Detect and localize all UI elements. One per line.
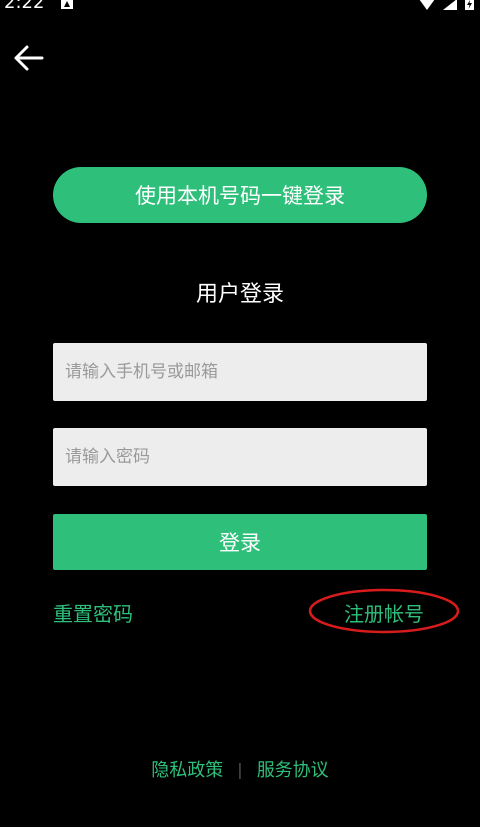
one-key-login-button[interactable]: 使用本机号码一键登录 xyxy=(53,167,427,223)
wifi-icon xyxy=(419,0,435,15)
login-screen: 2:22 使用本机号码一键登录 用户登录 请输入手机号或邮箱 登录 重置密码 注… xyxy=(0,0,480,827)
signal-icon xyxy=(443,0,457,15)
phone-email-input[interactable] xyxy=(53,343,427,401)
status-icons xyxy=(419,0,474,10)
login-button[interactable]: 登录 xyxy=(53,514,427,570)
back-button[interactable] xyxy=(8,40,48,80)
status-bar: 2:22 xyxy=(0,0,480,14)
reset-password-link[interactable]: 重置密码 xyxy=(53,598,133,627)
battery-icon xyxy=(465,0,474,15)
footer-divider: | xyxy=(237,759,243,779)
register-area: 注册帐号 xyxy=(308,588,460,634)
status-time: 2:22 xyxy=(4,0,45,13)
footer: 隐私政策 | 服务协议 xyxy=(0,756,480,782)
register-link[interactable]: 注册帐号 xyxy=(308,598,460,627)
arrow-left-icon xyxy=(12,44,44,76)
one-key-login-label: 使用本机号码一键登录 xyxy=(135,184,345,208)
password-input[interactable] xyxy=(53,428,427,486)
service-agreement-link[interactable]: 服务协议 xyxy=(257,756,329,782)
privacy-policy-link[interactable]: 隐私政策 xyxy=(151,756,223,782)
login-button-label: 登录 xyxy=(219,531,261,555)
login-title: 用户登录 xyxy=(195,282,284,307)
notification-icon xyxy=(60,0,74,9)
